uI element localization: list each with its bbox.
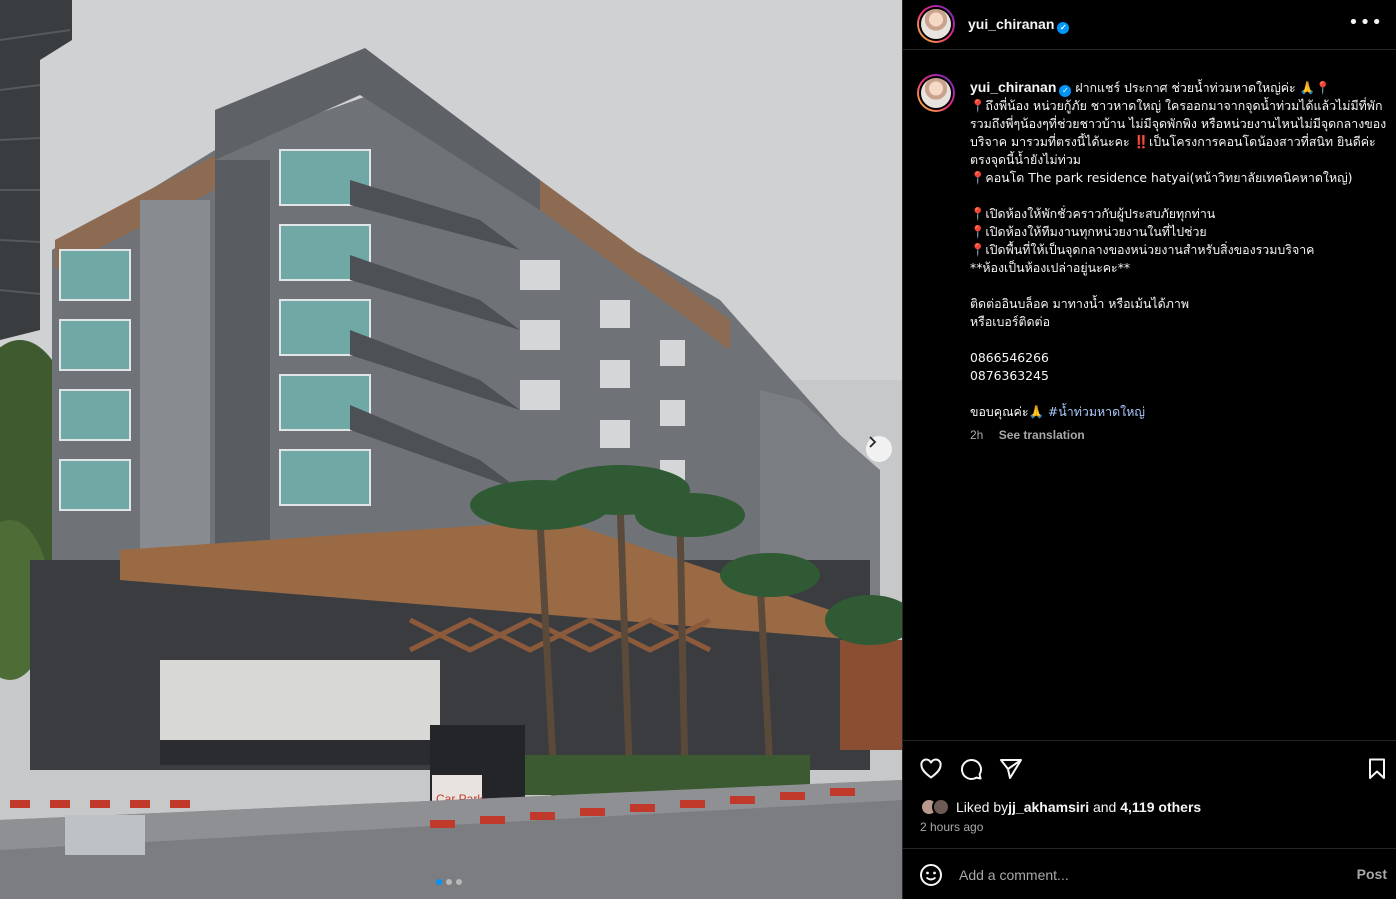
slide-dot [436,879,442,885]
caption-line: 0866546266 [970,350,1049,365]
post-comment-button[interactable]: Post [1357,866,1387,882]
caption-line: **ห้องเป็นห้องเปล่าอยู่นะคะ** [970,260,1131,275]
emoji-icon[interactable] [919,863,943,887]
action-bar [903,740,1396,792]
likes-count[interactable]: 4,119 others [1120,799,1201,815]
caption-username[interactable]: yui_chiranan [970,79,1056,95]
liker-avatar [932,798,950,816]
post-age: 2h [970,428,984,442]
caption-meta: 2h See translation [970,428,1085,442]
comment-icon[interactable] [959,757,983,781]
comment-input[interactable] [959,864,1339,886]
slide-dot [446,879,452,885]
more-horizontal-icon[interactable]: ••• [1348,12,1383,33]
likes-summary[interactable]: Liked by jj_akhamsiri and 4,119 others [920,797,1201,817]
post-header: yui_chiranan ✓ ••• [903,0,1396,50]
slide-dot [456,879,462,885]
caption-line: 📍ถึงพี่น้อง หน่วยกู้ภัย ชาวหาดใหญ่ ใครออ… [970,98,1387,167]
caption-line: 📍เปิดพื้นที่ให้เป็นจุดกลางของหน่วยงานสำห… [970,242,1315,257]
chevron-right-icon [869,436,877,448]
caption-line: 📍เปิดห้องให้ทีมงานทุกหน่วยงานในที่ไปช่วย [970,224,1207,239]
post-details-panel: yui_chiranan ✓ ••• yui_chiranan ✓ ฝากแชร์ … [902,0,1396,899]
caption-avatar[interactable] [917,74,955,112]
author-username[interactable]: yui_chiranan ✓ [968,16,1070,34]
building-photo: Car Park [0,0,902,899]
verified-badge-icon: ✓ [1059,85,1072,97]
caption-line: 0876363245 [970,368,1049,383]
comment-bar: Post [903,848,1396,899]
verified-badge-icon: ✓ [1057,22,1070,34]
next-slide-button[interactable] [866,436,892,462]
share-icon[interactable] [999,757,1023,781]
caption-line: หรือเบอร์ติดต่อ [970,314,1051,329]
see-translation-link[interactable]: See translation [999,428,1085,442]
likes-prefix: Liked by [956,799,1009,815]
slide-indicator [436,879,462,885]
caption-line: ฝากแชร์ ประกาศ ช่วยน้ำท่วมหาดใหญ่ค่ะ 🙏📍 [1075,80,1331,95]
caption-line: ติดต่ออินบล็อค มาทางน้ำ หรือเม้นได้ภาพ [970,296,1189,311]
hashtag-link[interactable]: #น้ำท่วมหาดใหญ่ [1048,404,1145,419]
caption-line: ขอบคุณค่ะ🙏 [970,404,1044,419]
caption-line: 📍คอนโด The park residence hatyai(หน้าวิท… [970,170,1353,185]
post-caption: yui_chiranan ✓ ฝากแชร์ ประกาศ ช่วยน้ำท่วม… [970,78,1390,421]
likes-middle: and [1089,799,1121,815]
post-timestamp: 2 hours ago [920,820,984,834]
bookmark-icon[interactable] [1365,757,1389,781]
caption-line: 📍เปิดห้องให้พักชั่วคราวกับผู้ประสบภัยทุก… [970,206,1216,221]
liker-username[interactable]: jj_akhamsiri [1008,799,1089,815]
heart-icon[interactable] [919,757,943,781]
post-photo[interactable]: Car Park [0,0,902,899]
avatar[interactable] [917,5,955,43]
